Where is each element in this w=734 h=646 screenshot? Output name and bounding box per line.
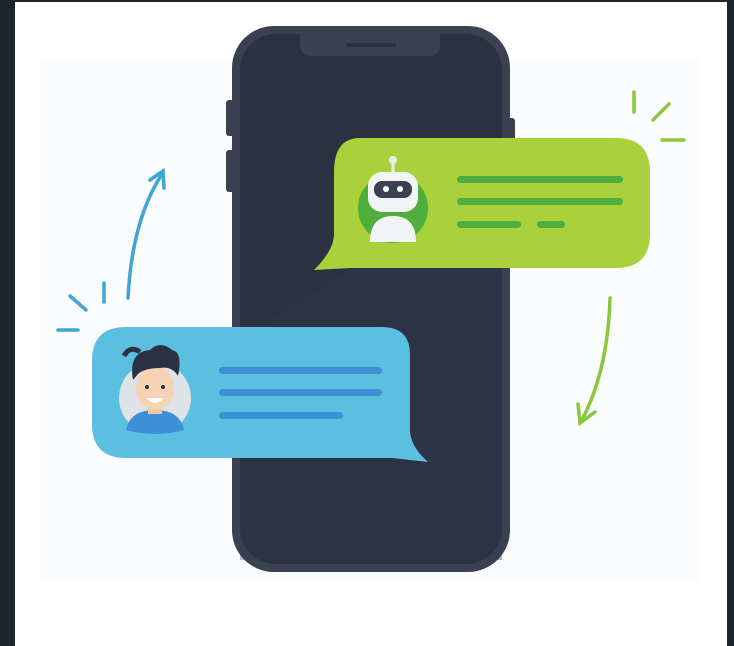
bot-message-line	[457, 198, 623, 205]
user-message-line	[219, 367, 382, 374]
user-message-line	[219, 389, 382, 396]
bot-message-line	[457, 176, 623, 183]
screenshot-stage	[0, 0, 734, 646]
user-message-bubble	[92, 327, 428, 462]
phone-speaker	[346, 43, 396, 47]
chatbot-illustration	[40, 26, 700, 580]
phone-side-button	[226, 100, 234, 136]
user-message-line	[219, 412, 343, 419]
bot-message-line	[457, 221, 521, 228]
bot-message-line	[537, 221, 565, 228]
smartphone	[226, 26, 515, 572]
phone-side-button	[226, 150, 234, 192]
bot-message-bubble	[314, 138, 650, 270]
